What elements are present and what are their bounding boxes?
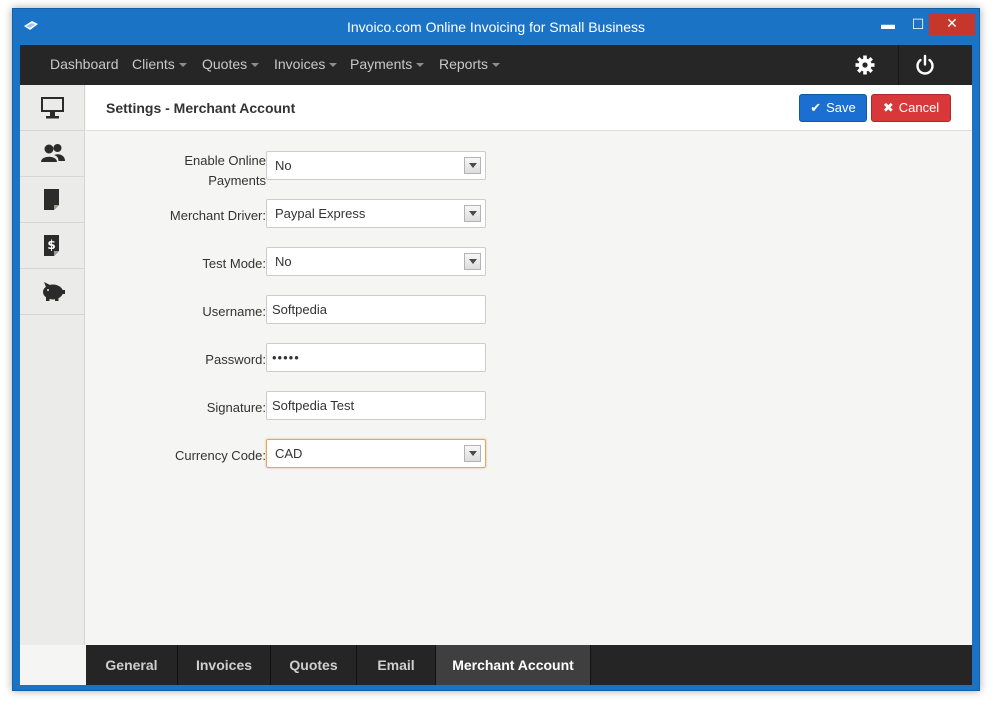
form-row-enable-online-payments: Enable Online Payments No [86, 151, 506, 188]
nav-reports[interactable]: Reports [439, 56, 501, 74]
sidebar-item-payments[interactable] [20, 269, 85, 315]
save-button-label: Save [826, 100, 856, 115]
tab-general[interactable]: General [86, 645, 178, 685]
form-row-signature: Signature: Softpedia Test [86, 391, 506, 421]
navbar-divider [898, 45, 899, 85]
enable-online-payments-label: Enable Online Payments [184, 153, 266, 188]
form-row-merchant-driver: Merchant Driver: Paypal Express [86, 199, 506, 229]
tab-merchant-account[interactable]: Merchant Account [436, 645, 591, 685]
test-mode-select[interactable]: No [266, 247, 486, 276]
signature-input[interactable]: Softpedia Test [266, 391, 486, 420]
chevron-down-icon[interactable] [464, 157, 481, 174]
minimize-button[interactable]: ▬ [875, 14, 901, 36]
enable-online-payments-value: No [275, 158, 292, 173]
chevron-down-icon [329, 63, 338, 68]
tab-email[interactable]: Email [357, 645, 436, 685]
page-title: Settings - Merchant Account [106, 100, 296, 116]
document-icon [44, 189, 59, 210]
title-bar[interactable]: Invoico.com Online Invoicing for Small B… [13, 9, 979, 45]
chevron-down-icon[interactable] [464, 445, 481, 462]
app-body: Dashboard Clients Quotes Invoices Paymen… [20, 45, 972, 685]
nav-payments[interactable]: Payments [350, 56, 425, 74]
page-header: Settings - Merchant Account ✔ Save ✖ Cance… [86, 85, 972, 131]
close-icon: ✖ [882, 100, 894, 115]
cancel-button-label: Cancel [898, 100, 940, 115]
chevron-down-icon [416, 63, 425, 68]
username-input[interactable]: Softpedia [266, 295, 486, 324]
sidebar-item-clients[interactable] [20, 131, 85, 177]
chevron-down-icon[interactable] [464, 253, 481, 270]
nav-quotes[interactable]: Quotes [202, 56, 260, 74]
svg-text:$: $ [47, 238, 55, 252]
enable-online-payments-select[interactable]: No [266, 151, 486, 180]
sidebar-item-quotes[interactable] [20, 177, 85, 223]
currency-code-value: CAD [275, 446, 303, 461]
close-button[interactable]: ✕ [929, 13, 975, 35]
username-label: Username: [202, 304, 266, 319]
test-mode-label: Test Mode: [202, 256, 266, 271]
merchant-driver-select[interactable]: Paypal Express [266, 199, 486, 228]
sidebar-item-dashboard[interactable] [20, 85, 85, 131]
users-icon [41, 144, 65, 162]
form-row-password: Password: ••••• [86, 343, 506, 373]
monitor-icon [41, 97, 64, 119]
tab-quotes[interactable]: Quotes [271, 645, 357, 685]
chevron-down-icon [251, 63, 260, 68]
form-row-username: Username: Softpedia [86, 295, 506, 325]
save-button[interactable]: ✔ Save [799, 94, 867, 122]
settings-tab-bar: General Invoices Quotes Email Merchant A… [86, 645, 972, 685]
sidebar-item-invoices[interactable]: $ [20, 223, 85, 269]
form-row-currency-code: Currency Code: CAD [86, 439, 506, 469]
nav-dashboard[interactable]: Dashboard [50, 56, 119, 74]
dollar-document-icon: $ [44, 235, 59, 256]
password-input[interactable]: ••••• [266, 343, 486, 372]
cancel-button[interactable]: ✖ Cancel [871, 94, 951, 122]
nav-clients[interactable]: Clients [132, 56, 187, 74]
test-mode-value: No [275, 254, 292, 269]
password-label: Password: [205, 352, 266, 367]
merchant-driver-value: Paypal Express [275, 206, 366, 221]
merchant-driver-label: Merchant Driver: [169, 208, 266, 223]
chevron-down-icon [178, 63, 187, 68]
power-icon[interactable] [910, 53, 940, 77]
nav-invoices[interactable]: Invoices [274, 56, 338, 74]
currency-code-label: Currency Code: [174, 448, 266, 463]
chevron-down-icon[interactable] [464, 205, 481, 222]
signature-label: Signature: [206, 400, 266, 415]
piggy-bank-icon [43, 282, 65, 301]
currency-code-select[interactable]: CAD [266, 439, 486, 468]
chevron-down-icon [492, 63, 501, 68]
top-navbar: Dashboard Clients Quotes Invoices Paymen… [20, 45, 972, 85]
gear-icon[interactable] [850, 53, 880, 77]
tab-invoices[interactable]: Invoices [178, 645, 271, 685]
maximize-button[interactable]: ☐ [905, 14, 931, 36]
form-row-test-mode: Test Mode: No [86, 247, 506, 277]
app-window: Invoico.com Online Invoicing for Small B… [12, 8, 980, 691]
check-icon: ✔ [810, 100, 822, 115]
sidebar: $ [20, 85, 85, 645]
window-title: Invoico.com Online Invoicing for Small B… [346, 19, 646, 35]
